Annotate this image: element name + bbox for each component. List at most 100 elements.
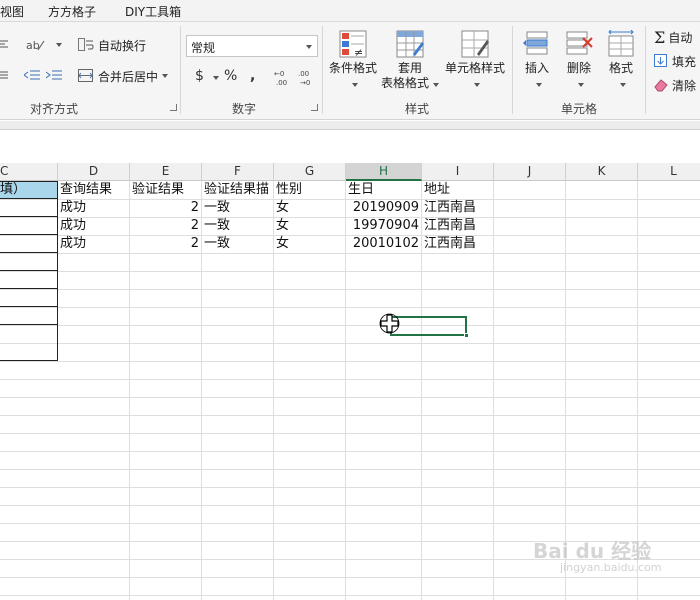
- baidu-watermark-url: jingyan.baidu.com: [560, 561, 662, 574]
- table-cell[interactable]: 成功: [60, 217, 86, 235]
- table-cell[interactable]: 女: [276, 235, 289, 253]
- ribbon-tab-bar: 视图 方方格子 DIY工具箱: [0, 0, 700, 22]
- cell-c8[interactable]: [0, 307, 58, 325]
- wrap-text-button[interactable]: 自动换行: [78, 36, 146, 54]
- column-header-k[interactable]: K: [566, 163, 638, 181]
- cells-group-label: 单元格: [561, 102, 598, 116]
- formula-bar-strip: [0, 121, 700, 130]
- column-header-i[interactable]: I: [422, 163, 494, 181]
- table-cell[interactable]: 20190909: [346, 199, 421, 217]
- delete-cells-icon: [566, 31, 593, 55]
- merge-center-label: 合并后居中: [98, 69, 159, 84]
- currency-button[interactable]: $: [195, 68, 204, 84]
- column-header-g[interactable]: G: [274, 163, 346, 181]
- cell-c4[interactable]: [0, 235, 58, 253]
- active-cell-selection[interactable]: [390, 316, 469, 338]
- table-cell[interactable]: 江西南昌: [424, 235, 476, 253]
- cell-c6[interactable]: [0, 271, 58, 289]
- tab-diy-toolbox[interactable]: DIY工具箱: [125, 3, 181, 20]
- worksheet-grid[interactable]: C D E F G H I J K L 填） 查询结果 验证结果 验证结果描 性…: [0, 163, 700, 600]
- alignment-dialog-launcher-icon[interactable]: [170, 104, 177, 111]
- table-cell[interactable]: 女: [276, 199, 289, 217]
- table-cell[interactable]: 19970904: [346, 217, 421, 235]
- table-format-icon: [396, 30, 424, 58]
- align-left-icon[interactable]: [0, 36, 14, 54]
- cell-styles-icon: [461, 30, 489, 58]
- cell-c1[interactable]: 填）: [0, 181, 58, 199]
- insert-button[interactable]: 插入: [518, 30, 556, 91]
- format-as-table-label-line1: 套用: [397, 61, 422, 75]
- column-header-d[interactable]: D: [58, 163, 130, 181]
- header-cell-gender[interactable]: 性别: [276, 181, 302, 199]
- percent-button[interactable]: %: [224, 68, 237, 84]
- table-cell[interactable]: 成功: [60, 235, 86, 253]
- tab-view[interactable]: 视图: [0, 3, 24, 20]
- clear-label: 清除: [672, 78, 697, 93]
- column-header-c[interactable]: C: [0, 163, 58, 181]
- table-cell[interactable]: 女: [276, 217, 289, 235]
- cell-c2[interactable]: [0, 199, 58, 217]
- fill-button[interactable]: 填充: [654, 52, 696, 70]
- table-cell[interactable]: 一致: [204, 235, 230, 253]
- column-header-f[interactable]: F: [202, 163, 274, 181]
- orientation-icon[interactable]: ab: [26, 36, 62, 54]
- decrease-indent-icon[interactable]: [24, 67, 44, 85]
- header-cell-query-result[interactable]: 查询结果: [60, 181, 112, 199]
- merge-center-button[interactable]: 合并后居中: [78, 67, 169, 85]
- conditional-format-button[interactable]: ≠ 条件格式: [327, 30, 379, 91]
- delete-button[interactable]: 删除: [560, 30, 598, 91]
- number-dialog-launcher-icon[interactable]: [311, 104, 318, 111]
- comma-button[interactable]: ,: [250, 68, 255, 84]
- eraser-icon: [654, 79, 668, 92]
- format-cells-icon: [608, 30, 634, 57]
- cell-c1-text: 填）: [0, 182, 27, 197]
- format-as-table-label-line2: 表格格式: [380, 76, 429, 90]
- autosum-button[interactable]: Σ 自动: [654, 28, 692, 47]
- decrease-decimal-icon[interactable]: .00 →0: [298, 68, 322, 86]
- number-group-label: 数字: [232, 102, 257, 116]
- column-header-e[interactable]: E: [130, 163, 202, 181]
- align-justify-icon[interactable]: [0, 67, 14, 85]
- svg-text:ab: ab: [26, 39, 40, 52]
- increase-indent-icon[interactable]: [46, 67, 66, 85]
- column-header-j[interactable]: J: [494, 163, 566, 181]
- currency-dropdown-icon[interactable]: [213, 76, 219, 80]
- baidu-watermark: Bai du 经验: [533, 539, 652, 563]
- cell-c5[interactable]: [0, 253, 58, 271]
- cell-c9[interactable]: [0, 325, 58, 361]
- number-format-select[interactable]: 常规: [186, 35, 318, 57]
- table-cell[interactable]: 江西南昌: [424, 199, 476, 217]
- svg-text:.00: .00: [298, 70, 309, 78]
- svg-text:.00: .00: [276, 79, 287, 86]
- header-cell-verify-result[interactable]: 验证结果: [132, 181, 184, 199]
- fill-label: 填充: [672, 54, 697, 69]
- table-cell[interactable]: 一致: [204, 199, 230, 217]
- header-cell-birthday[interactable]: 生日: [348, 181, 374, 199]
- increase-decimal-icon[interactable]: ←0.00: [274, 68, 298, 86]
- table-cell[interactable]: 2: [130, 199, 201, 217]
- table-cell[interactable]: 20010102: [346, 235, 421, 253]
- table-cell[interactable]: 2: [130, 235, 201, 253]
- table-cell[interactable]: 江西南昌: [424, 217, 476, 235]
- fill-handle[interactable]: [464, 333, 469, 338]
- fill-down-icon: [654, 54, 667, 67]
- cell-c3[interactable]: [0, 217, 58, 235]
- svg-text:←0: ←0: [274, 70, 284, 78]
- column-header-l[interactable]: L: [638, 163, 700, 181]
- column-header-h[interactable]: H: [346, 163, 422, 181]
- table-cell[interactable]: 成功: [60, 199, 86, 217]
- clear-button[interactable]: 清除: [654, 76, 696, 94]
- header-cell-address[interactable]: 地址: [424, 181, 450, 199]
- insert-cells-icon: [523, 31, 548, 55]
- cell-c7[interactable]: [0, 289, 58, 307]
- header-cell-verify-desc[interactable]: 验证结果描: [204, 181, 274, 199]
- format-button[interactable]: 格式: [602, 30, 640, 91]
- svg-text:→0: →0: [300, 79, 310, 86]
- number-format-value: 常规: [191, 41, 216, 55]
- tab-fangfang-grid[interactable]: 方方格子: [48, 3, 96, 20]
- format-as-table-button[interactable]: 套用 表格格式: [380, 30, 440, 91]
- table-cell[interactable]: 2: [130, 217, 201, 235]
- table-cell[interactable]: 一致: [204, 217, 230, 235]
- cell-styles-button[interactable]: 单元格样式: [442, 30, 508, 91]
- conditional-format-label: 条件格式: [328, 61, 377, 75]
